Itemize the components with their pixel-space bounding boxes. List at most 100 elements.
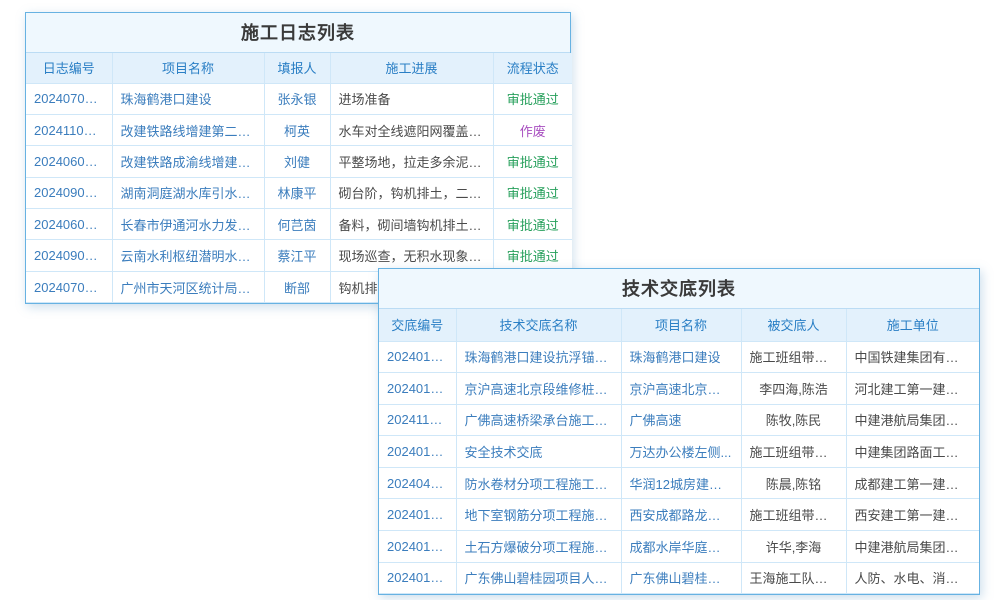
log-project-cell[interactable]: 改建铁路成渝线增建第二...	[112, 146, 264, 177]
log-table-header-row: 日志编号 项目名称 填报人 施工进展 流程状态	[26, 53, 572, 83]
log-project-cell[interactable]: 云南水利枢纽潜明水库一...	[112, 240, 264, 271]
log-col-header-reporter: 填报人	[264, 53, 330, 83]
log-table-row[interactable]: 2024060006 改建铁路成渝线增建第二... 刘健 平整场地，拉走多余泥土…	[26, 146, 572, 177]
log-project-cell[interactable]: 长春市伊通河水力发电厂...	[112, 209, 264, 240]
disclosure-name-cell[interactable]: 土石方爆破分项工程施工...	[456, 531, 621, 563]
log-reporter-cell: 何芑茵	[264, 209, 330, 240]
disclosure-name-cell[interactable]: 广佛高速桥梁承台施工技...	[456, 404, 621, 436]
log-progress-cell: 砌台阶，钩机排土，二包砌...	[330, 177, 493, 208]
disclosure-name-cell[interactable]: 安全技术交底	[456, 436, 621, 468]
log-table-row[interactable]: 2024090009 云南水利枢纽潜明水库一... 蔡江平 现场巡查，无积水现象…	[26, 240, 572, 271]
disclosure-project-cell[interactable]: 珠海鹤港口建设	[621, 341, 741, 373]
log-progress-cell: 水车对全线遮阳网覆盖点进...	[330, 114, 493, 145]
disclosure-name-cell[interactable]: 广东佛山碧桂园项目人防...	[456, 562, 621, 594]
disclosure-person-cell: 王海施工队全队	[741, 562, 846, 594]
log-id-cell[interactable]: 2024060005	[26, 209, 112, 240]
disclosure-table: 交底编号 技术交底名称 项目名称 被交底人 施工单位 2024010003 珠海…	[379, 309, 979, 594]
disclosure-id-cell[interactable]: 2024010001	[379, 562, 456, 594]
disclosure-name-cell[interactable]: 防水卷材分项工程施工技...	[456, 467, 621, 499]
log-status-badge: 审批通过	[493, 240, 572, 271]
log-status-badge: 审批通过	[493, 83, 572, 114]
log-id-cell[interactable]: 2024070011	[26, 271, 112, 302]
log-project-cell[interactable]: 湖南洞庭湖水库引水工程...	[112, 177, 264, 208]
disclosure-project-cell[interactable]: 华润12城房建工程...	[621, 467, 741, 499]
disclosure-id-cell[interactable]: 2024010002	[379, 531, 456, 563]
disclosure-table-body: 2024010003 珠海鹤港口建设抗浮锚杆... 珠海鹤港口建设 施工班组带班…	[379, 341, 979, 594]
log-table-row[interactable]: 2024060005 长春市伊通河水力发电厂... 何芑茵 备料，砌间墙钩机排土…	[26, 209, 572, 240]
disclosure-person-cell: 李四海,陈浩	[741, 373, 846, 405]
disclosure-table-row[interactable]: 2024010002 土石方爆破分项工程施工... 成都水岸华庭名苑... 许华…	[379, 531, 979, 563]
log-reporter-cell: 张永银	[264, 83, 330, 114]
disclosure-id-cell[interactable]: 2024040001	[379, 467, 456, 499]
log-col-header-status: 流程状态	[493, 53, 572, 83]
disclosure-id-cell[interactable]: 2024110001	[379, 404, 456, 436]
disclosure-table-title: 技术交底列表	[379, 269, 979, 309]
log-reporter-cell: 刘健	[264, 146, 330, 177]
disclosure-unit-cell: 西安建工第一建筑有...	[846, 499, 979, 531]
disclosure-col-header-project: 项目名称	[621, 309, 741, 341]
log-reporter-cell: 林康平	[264, 177, 330, 208]
disclosure-unit-cell: 中国铁建集团有限公司	[846, 341, 979, 373]
log-table-row[interactable]: 2024110002 改建铁路线增建第二线直... 柯英 水车对全线遮阳网覆盖点…	[26, 114, 572, 145]
disclosure-person-cell: 施工班组带班...	[741, 341, 846, 373]
log-status-badge: 审批通过	[493, 146, 572, 177]
log-col-header-progress: 施工进展	[330, 53, 493, 83]
disclosure-unit-cell: 中建集团路面工程有...	[846, 436, 979, 468]
disclosure-table-row[interactable]: 2024040001 防水卷材分项工程施工技... 华润12城房建工程... 陈…	[379, 467, 979, 499]
disclosure-name-cell[interactable]: 珠海鹤港口建设抗浮锚杆...	[456, 341, 621, 373]
disclosure-table-row[interactable]: 2024010004 京沪高速北京段维修桩锚... 京沪高速北京段维修 李四海,…	[379, 373, 979, 405]
log-id-cell[interactable]: 2024090009	[26, 177, 112, 208]
log-progress-cell: 现场巡查，无积水现象，水...	[330, 240, 493, 271]
disclosure-project-cell[interactable]: 广佛高速	[621, 404, 741, 436]
disclosure-project-cell[interactable]: 万达办公楼左侧...	[621, 436, 741, 468]
log-project-cell[interactable]: 广州市天河区统计局机房...	[112, 271, 264, 302]
disclosure-project-cell[interactable]: 成都水岸华庭名苑...	[621, 531, 741, 563]
disclosure-table-row[interactable]: 2024010003 珠海鹤港口建设抗浮锚杆... 珠海鹤港口建设 施工班组带班…	[379, 341, 979, 373]
disclosure-unit-cell: 成都建工第一建筑有...	[846, 467, 979, 499]
disclosure-unit-cell: 河北建工第一建筑有...	[846, 373, 979, 405]
log-table-title: 施工日志列表	[26, 13, 570, 53]
disclosure-col-header-person: 被交底人	[741, 309, 846, 341]
disclosure-table-row[interactable]: 2024010001 广东佛山碧桂园项目人防... 广东佛山碧桂园项目 王海施工…	[379, 562, 979, 594]
log-id-cell[interactable]: 2024070011	[26, 83, 112, 114]
log-table: 日志编号 项目名称 填报人 施工进展 流程状态 2024070011 珠海鹤港口…	[26, 53, 572, 303]
log-status-badge: 审批通过	[493, 209, 572, 240]
disclosure-person-cell: 陈晨,陈铭	[741, 467, 846, 499]
log-id-cell[interactable]: 2024090009	[26, 240, 112, 271]
log-project-cell[interactable]: 改建铁路线增建第二线直...	[112, 114, 264, 145]
log-project-cell[interactable]: 珠海鹤港口建设	[112, 83, 264, 114]
disclosure-project-cell[interactable]: 广东佛山碧桂园项目	[621, 562, 741, 594]
disclosure-col-header-unit: 施工单位	[846, 309, 979, 341]
disclosure-name-cell[interactable]: 地下室钢筋分项工程施工...	[456, 499, 621, 531]
disclosure-unit-cell: 中建港航局集团有限...	[846, 404, 979, 436]
log-reporter-cell: 柯英	[264, 114, 330, 145]
disclosure-id-cell[interactable]: 2024010004	[379, 373, 456, 405]
disclosure-id-cell[interactable]: 2024010003	[379, 341, 456, 373]
disclosure-unit-cell: 人防、水电、消防暖通...	[846, 562, 979, 594]
log-status-badge: 作废	[493, 114, 572, 145]
page-background: 施工日志列表 日志编号 项目名称 填报人 施工进展 流程状态	[0, 0, 1000, 600]
disclosure-id-cell[interactable]: 2024010003	[379, 436, 456, 468]
disclosure-table-row[interactable]: 2024110001 广佛高速桥梁承台施工技... 广佛高速 陈牧,陈民 中建港…	[379, 404, 979, 436]
disclosure-col-header-id: 交底编号	[379, 309, 456, 341]
disclosure-project-cell[interactable]: 京沪高速北京段维修	[621, 373, 741, 405]
technical-disclosure-table-card: 技术交底列表 交底编号 技术交底名称 项目名称 被交底人 施工单位	[378, 268, 980, 595]
log-progress-cell: 平整场地，拉走多余泥土15...	[330, 146, 493, 177]
disclosure-table-row[interactable]: 2024010003 安全技术交底 万达办公楼左侧... 施工班组带班... 中…	[379, 436, 979, 468]
log-table-row[interactable]: 2024070011 珠海鹤港口建设 张永银 进场准备 审批通过	[26, 83, 572, 114]
log-progress-cell: 备料，砌间墙钩机排土，瓦...	[330, 209, 493, 240]
log-id-cell[interactable]: 2024060006	[26, 146, 112, 177]
log-table-row[interactable]: 2024090009 湖南洞庭湖水库引水工程... 林康平 砌台阶，钩机排土，二…	[26, 177, 572, 208]
disclosure-person-cell: 许华,李海	[741, 531, 846, 563]
disclosure-name-cell[interactable]: 京沪高速北京段维修桩锚...	[456, 373, 621, 405]
disclosure-unit-cell: 中建港航局集团有限...	[846, 531, 979, 563]
disclosure-col-header-name: 技术交底名称	[456, 309, 621, 341]
disclosure-table-row[interactable]: 2024010002 地下室钢筋分项工程施工... 西安成都路龙湖上... 施工…	[379, 499, 979, 531]
disclosure-person-cell: 施工班组带班...	[741, 499, 846, 531]
construction-log-table-card: 施工日志列表 日志编号 项目名称 填报人 施工进展 流程状态	[25, 12, 571, 304]
log-id-cell[interactable]: 2024110002	[26, 114, 112, 145]
disclosure-person-cell: 施工班组带班...	[741, 436, 846, 468]
disclosure-project-cell[interactable]: 西安成都路龙湖上...	[621, 499, 741, 531]
disclosure-id-cell[interactable]: 2024010002	[379, 499, 456, 531]
log-status-badge: 审批通过	[493, 177, 572, 208]
